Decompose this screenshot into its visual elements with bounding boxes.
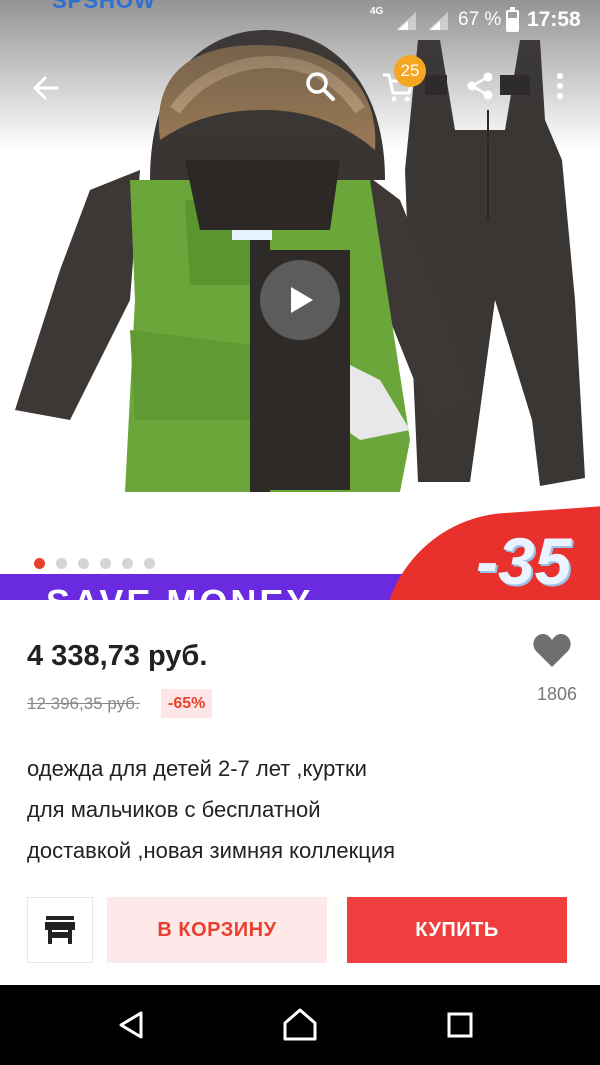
wishlist-button[interactable] bbox=[532, 633, 582, 674]
promo-discount-text: -35 bbox=[476, 524, 572, 598]
pager-dot bbox=[78, 557, 89, 569]
system-nav-bar bbox=[0, 985, 600, 1065]
buy-now-button[interactable]: КУПИТЬ bbox=[347, 897, 567, 963]
store-icon bbox=[45, 916, 75, 944]
square-recents-icon bbox=[447, 1012, 473, 1038]
wishlist-count: 1806 bbox=[536, 684, 578, 704]
status-bar: 4G 67 % 17:58 bbox=[0, 0, 600, 40]
more-vertical-icon bbox=[557, 73, 563, 99]
store-button[interactable] bbox=[27, 897, 93, 963]
banner-text: SAVE MONEY bbox=[46, 582, 313, 600]
cart-count-badge: 25 bbox=[394, 55, 426, 87]
signal-icon-2 bbox=[428, 12, 448, 30]
pager-dot bbox=[100, 557, 111, 569]
nav-back-button[interactable] bbox=[106, 999, 158, 1051]
arrow-left-icon bbox=[32, 76, 59, 100]
product-title: одежда для детей 2-7 лет ,куртки для мал… bbox=[27, 756, 396, 863]
triangle-back-icon bbox=[119, 1011, 143, 1039]
heart-icon bbox=[533, 634, 571, 667]
pager-dot bbox=[122, 557, 133, 569]
gallery-pager bbox=[26, 552, 163, 574]
play-video-button[interactable] bbox=[260, 260, 340, 340]
home-icon bbox=[283, 1008, 317, 1041]
play-icon bbox=[291, 287, 313, 313]
add-to-cart-button[interactable]: В КОРЗИНУ bbox=[107, 897, 327, 963]
share-icon bbox=[467, 72, 493, 100]
pager-dot bbox=[56, 557, 67, 569]
search-icon bbox=[306, 72, 335, 101]
discount-badge: -65% bbox=[161, 689, 213, 718]
signal-icon bbox=[396, 12, 416, 30]
clock: 17:58 bbox=[527, 8, 581, 31]
product-price: 4 338,73 руб. bbox=[27, 640, 208, 672]
nav-recents-button[interactable] bbox=[434, 999, 486, 1051]
battery-percent: 67 % bbox=[458, 9, 502, 30]
product-gallery[interactable]: SPSHOW 4G 67 % 17:58 25 -35 bbox=[0, 0, 600, 600]
pager-dot bbox=[34, 557, 45, 569]
more-button[interactable] bbox=[538, 64, 582, 108]
back-button[interactable] bbox=[24, 66, 68, 110]
network-type: 4G bbox=[370, 6, 384, 17]
original-price: 12 396,35 руб. bbox=[27, 694, 140, 713]
battery-icon bbox=[506, 7, 519, 32]
share-button[interactable] bbox=[458, 64, 502, 108]
pager-dot bbox=[144, 557, 155, 569]
search-button[interactable] bbox=[298, 64, 342, 108]
nav-home-button[interactable] bbox=[274, 999, 326, 1051]
